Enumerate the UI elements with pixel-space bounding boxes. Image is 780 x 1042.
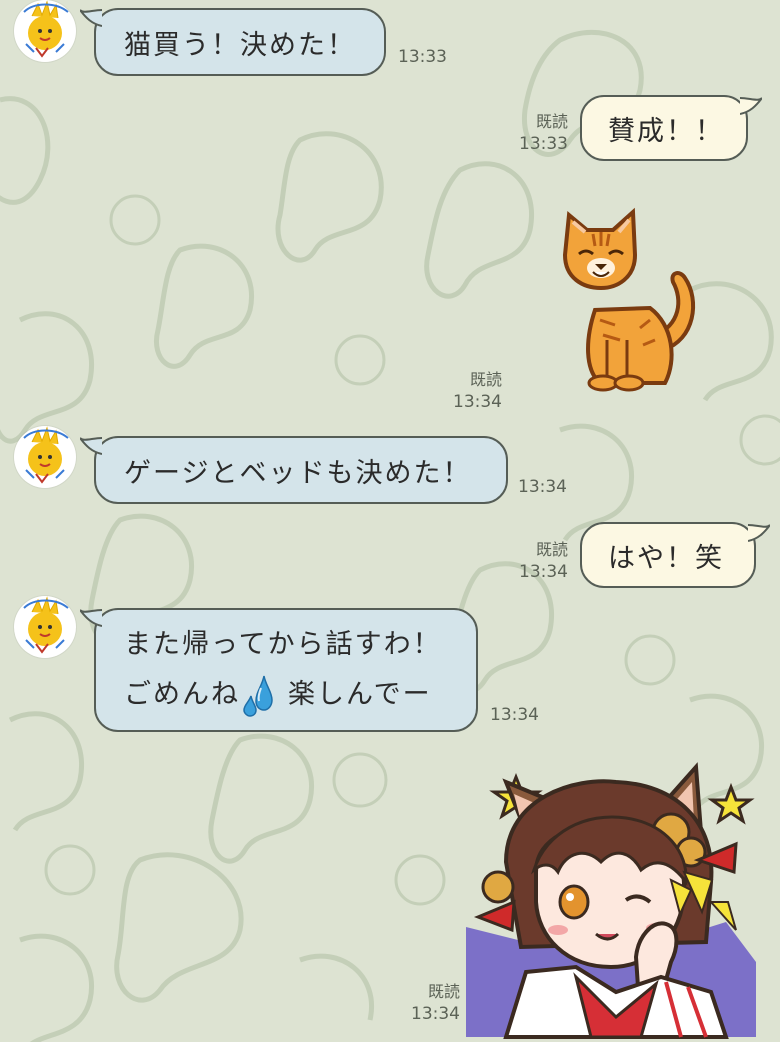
- yellow-character-avatar-icon: [23, 596, 69, 654]
- message-meta: 既読 13:34: [500, 538, 568, 584]
- bubble-tail: [80, 9, 102, 27]
- yellow-character-avatar-icon: [23, 426, 69, 484]
- timestamp: 13:34: [490, 705, 539, 725]
- read-receipt: 既読: [469, 370, 502, 389]
- cat-eared-girl-wink-sticker-icon[interactable]: [466, 752, 766, 1042]
- message-text-fragment: 楽しんでー: [288, 679, 432, 710]
- timestamp: 13:34: [518, 477, 567, 497]
- bubble-tail: [740, 97, 762, 115]
- message-text-fragment: ごめんね: [124, 679, 240, 710]
- timestamp: 13:34: [453, 392, 502, 412]
- message-meta: 既読 13:34: [392, 980, 460, 1026]
- message-bubble[interactable]: また帰ってから話すわ！ ごめんね 楽しんでー: [94, 608, 478, 732]
- timestamp: 13:33: [519, 134, 568, 154]
- message-bubble[interactable]: 賛成！！: [580, 95, 748, 161]
- sender-avatar[interactable]: [14, 596, 76, 658]
- bubble-tail: [748, 524, 770, 542]
- bubble-tail: [80, 609, 102, 627]
- message-bubble[interactable]: 猫買う！決めた！: [94, 8, 386, 76]
- read-receipt: 既読: [535, 540, 568, 559]
- message-text: 猫買う！決めた！: [124, 29, 356, 61]
- message-meta: 既読 13:33: [500, 110, 568, 156]
- message-meta: 既読 13:34: [434, 368, 502, 414]
- message-bubble[interactable]: はや！笑: [580, 522, 756, 588]
- sender-avatar[interactable]: [14, 426, 76, 488]
- timestamp: 13:34: [411, 1004, 460, 1024]
- timestamp: 13:34: [519, 562, 568, 582]
- timestamp: 13:33: [398, 47, 447, 67]
- message-meta: 13:34: [518, 476, 578, 499]
- read-receipt: 既読: [427, 982, 460, 1001]
- read-receipt: 既読: [535, 112, 568, 131]
- message-meta: 13:34: [490, 704, 550, 727]
- chat-area[interactable]: 猫買う！決めた！ 13:33 既読 13:33 賛成！！ 既読 13:34 ゲー…: [0, 0, 780, 1042]
- sweat-droplets-emoji-icon: [243, 675, 273, 717]
- message-text-line: また帰ってから話すわ！: [124, 629, 442, 660]
- yellow-character-avatar-icon: [23, 0, 69, 58]
- bubble-tail: [80, 437, 102, 455]
- message-meta: 13:33: [398, 46, 458, 69]
- message-text: ゲージとベッドも決めた！: [124, 457, 472, 489]
- orange-tabby-cat-sticker-icon[interactable]: [555, 200, 705, 395]
- message-text-line: ごめんね 楽しんでー: [124, 670, 442, 720]
- message-text: はや！笑: [608, 542, 724, 574]
- message-bubble[interactable]: ゲージとベッドも決めた！: [94, 436, 508, 504]
- message-text-block: また帰ってから話すわ！ ごめんね 楽しんでー: [124, 620, 442, 720]
- sender-avatar[interactable]: [14, 0, 76, 62]
- message-text: 賛成！！: [608, 115, 724, 147]
